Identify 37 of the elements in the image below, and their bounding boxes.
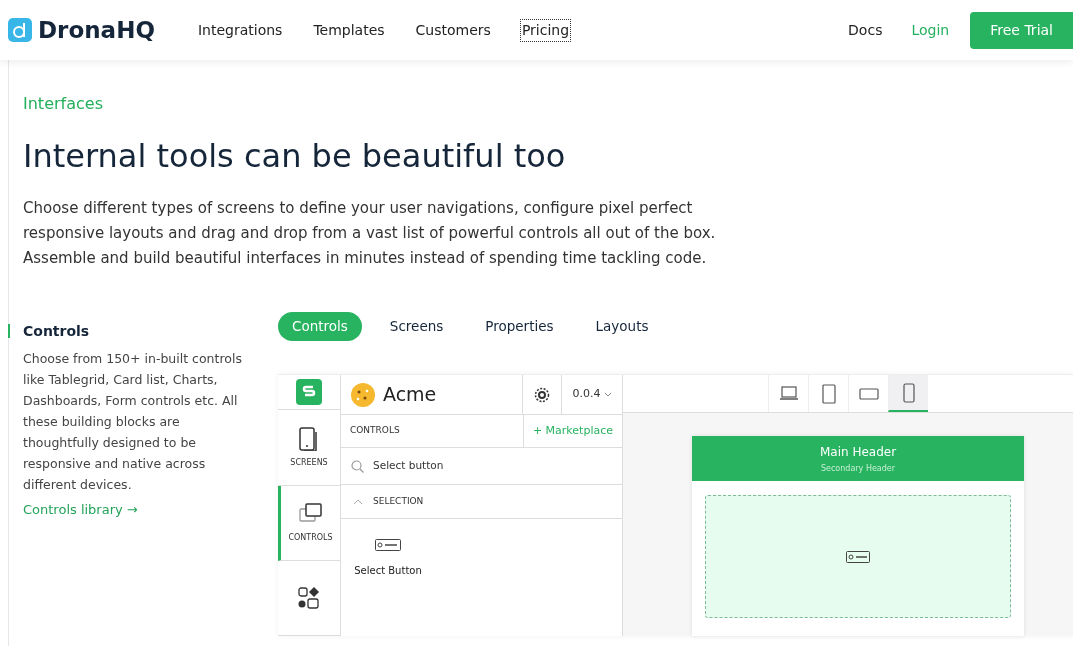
panel-title: CONTROLS: [350, 424, 401, 438]
nav-link[interactable]: Pricing: [520, 19, 571, 41]
rail-label: CONTROLS: [288, 531, 333, 544]
eyebrow-text: Interfaces: [23, 93, 104, 115]
feature-text: Choose from 150+ in-built controls like Tablegrid, Card list, Charts, Dashboards, Form controls etc. All these building blocks are thoughtfully designed to be responsive and native across different devices.: [23, 350, 243, 494]
nav-link[interactable]: Docs: [848, 19, 883, 41]
settings-icon: [533, 385, 551, 404]
section-header[interactable]: SELECTION: [341, 485, 622, 519]
chevron-up-icon: [353, 498, 363, 505]
cookie-icon: [350, 381, 376, 408]
tab[interactable]: Properties: [471, 312, 568, 341]
description-text: Choose different types of screens to define your user navigations, configure pixel perfect responsive layouts and drag and drop from a vast list of powerful controls all out of the box. Assemble and build beautiful interfaces in minutes instead of spending time tackling code.: [23, 198, 717, 269]
chevron-down-icon: [603, 391, 612, 398]
app-name: Acme: [383, 382, 437, 408]
nav-link[interactable]: Templates: [312, 19, 386, 41]
rail-item[interactable]: CONTROLS: [278, 485, 340, 561]
logo-icon: [8, 18, 32, 42]
select-button-icon: [846, 550, 870, 563]
nav-link[interactable]: Customers: [414, 19, 492, 41]
page-heading: Internal tools can be beautiful too: [23, 136, 567, 176]
control-item[interactable]: Select Button: [355, 539, 421, 578]
feature-title: Controls: [23, 322, 91, 341]
device-button[interactable]: [888, 375, 928, 412]
rail-item[interactable]: SCREENS: [278, 410, 340, 486]
tab[interactable]: Screens: [375, 312, 458, 341]
search-field[interactable]: Select button: [373, 458, 612, 474]
rail-label: SCREENS: [290, 456, 328, 469]
search-icon: [351, 459, 364, 473]
logo-text[interactable]: DronaHQ: [38, 12, 155, 48]
app-logo-icon: [296, 379, 322, 406]
shapes-icon: [297, 585, 321, 610]
nav-link[interactable]: Integrations: [196, 19, 284, 41]
tab[interactable]: Layouts: [581, 312, 663, 341]
select-button-icon: [375, 539, 401, 551]
secondary-header-text: Secondary Header: [820, 462, 895, 475]
version-dropdown[interactable]: 0.0.4: [562, 375, 622, 414]
main-header-text: Main Header: [819, 443, 897, 461]
